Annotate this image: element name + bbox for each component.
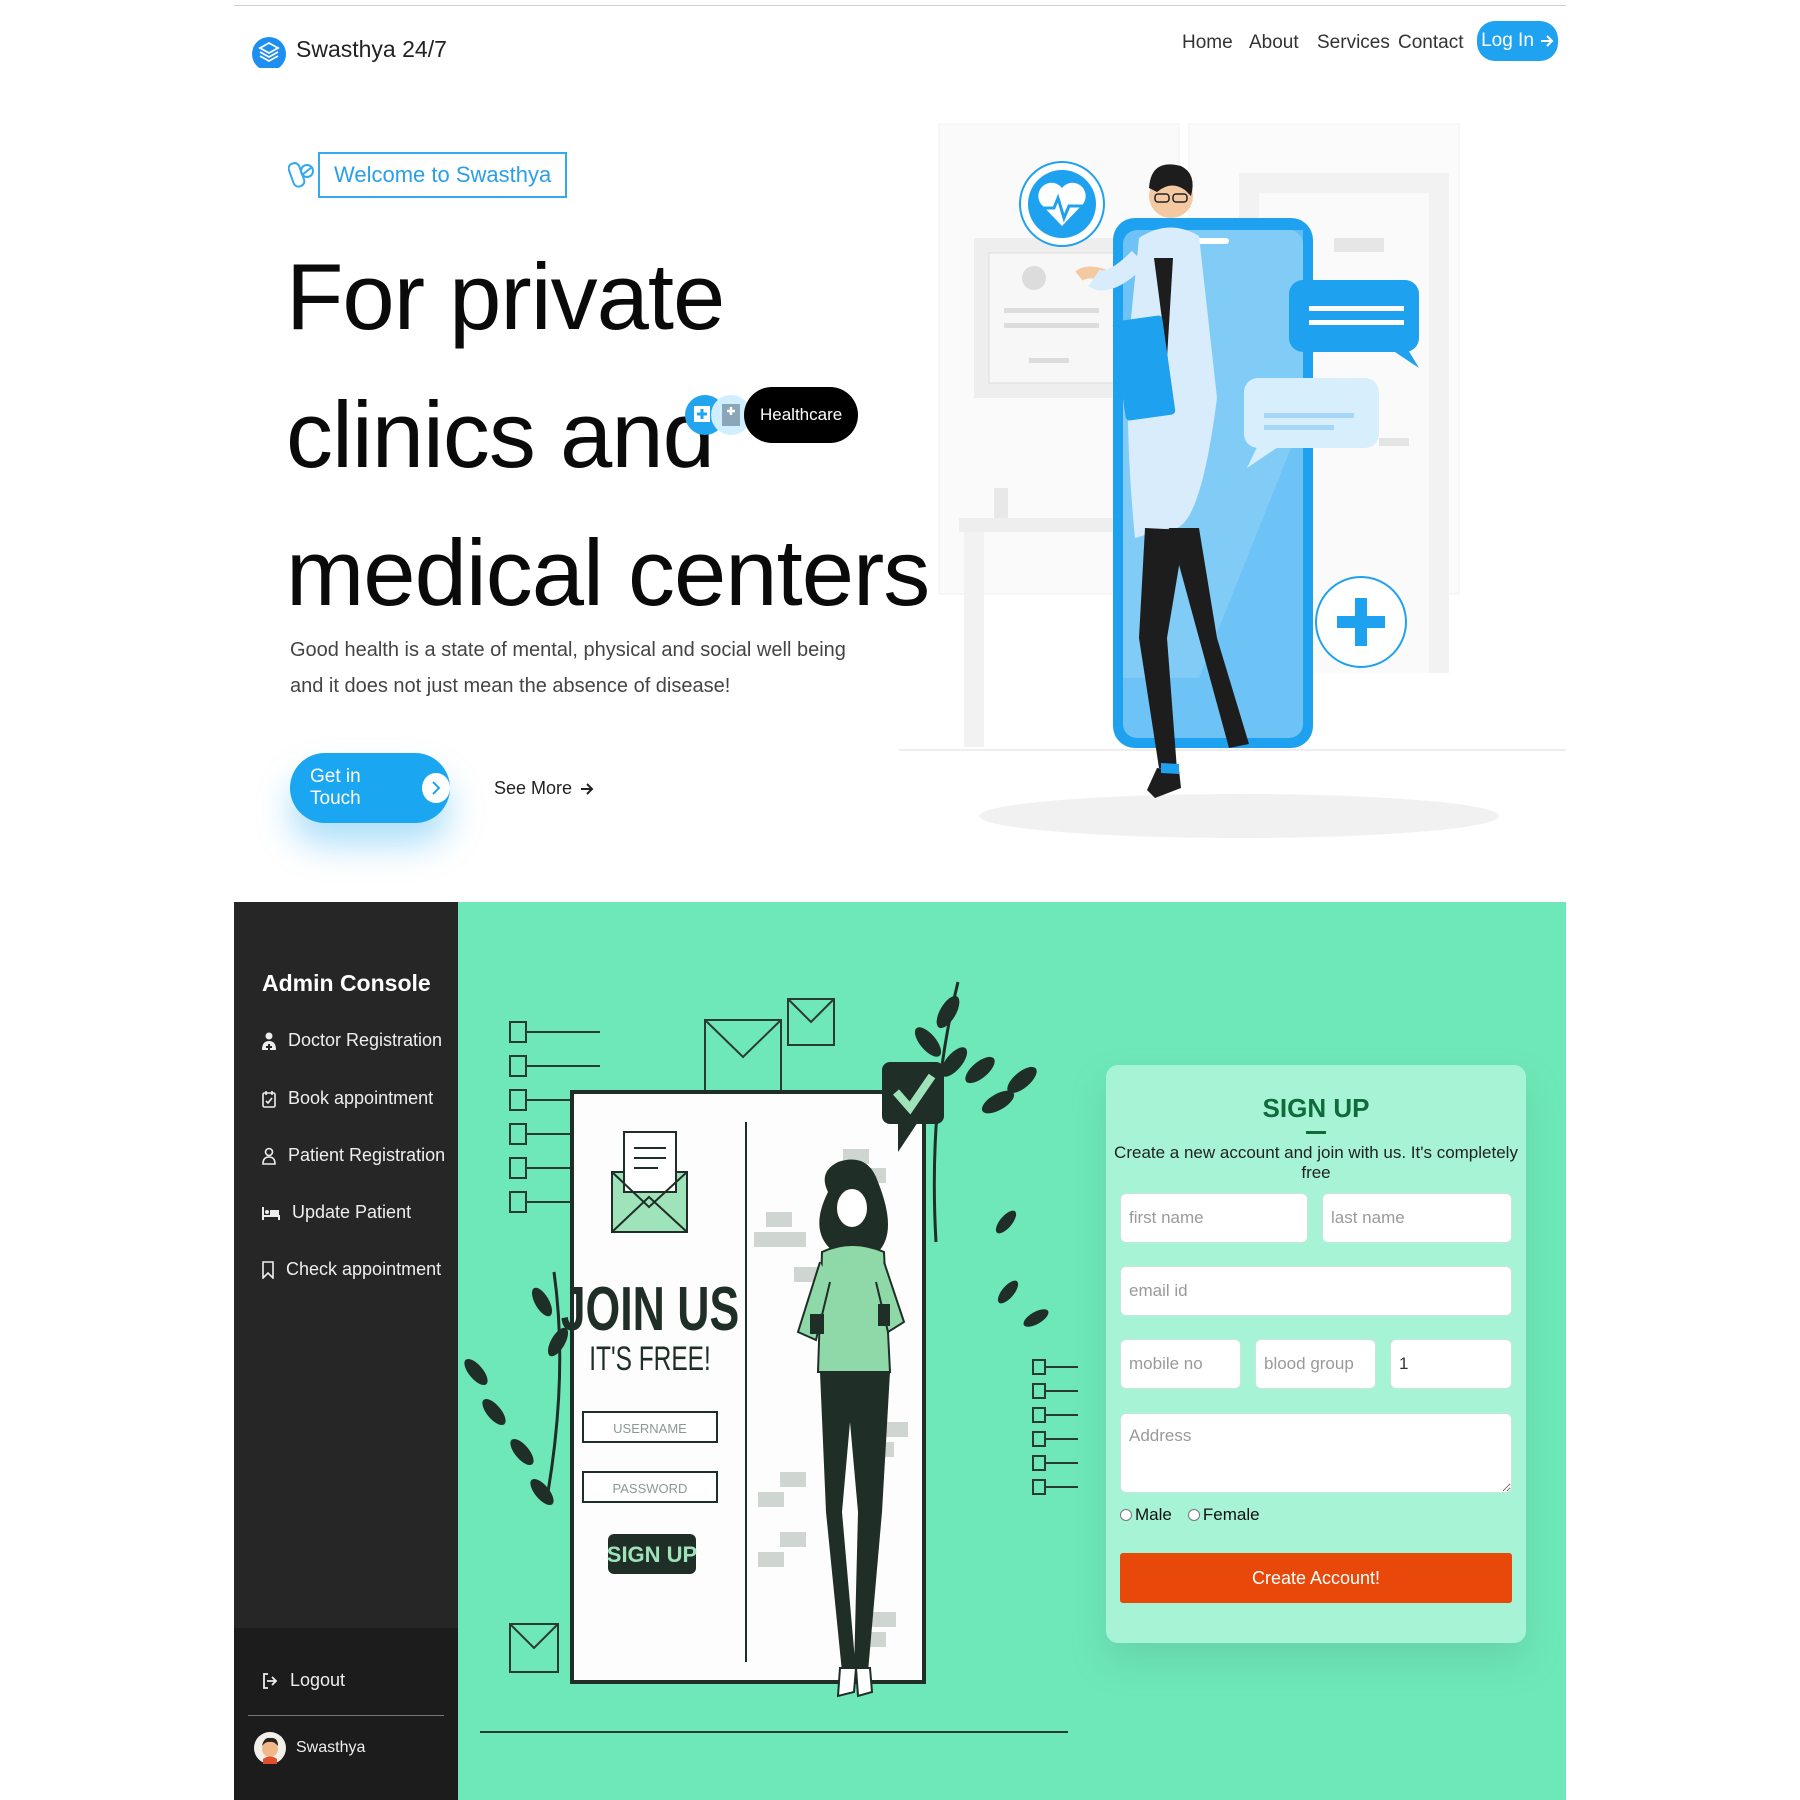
get-in-touch-button[interactable]: Get in Touch xyxy=(290,753,450,823)
sidebar-item-doctor-registration[interactable]: Doctor Registration xyxy=(262,1030,442,1051)
layers-logo-icon[interactable] xyxy=(251,16,287,68)
arrow-right-icon xyxy=(581,782,594,795)
person-icon xyxy=(262,1147,276,1165)
password-label: PASSWORD xyxy=(613,1481,688,1496)
app-frame: Swasthya 24/7 Home About Services Contac… xyxy=(234,0,1566,1800)
user-name: Swasthya xyxy=(296,1739,366,1756)
login-button[interactable]: Log In xyxy=(1477,21,1558,61)
login-label: Log In xyxy=(1481,30,1534,51)
healthcare-label: Healthcare xyxy=(744,387,859,443)
create-account-button[interactable]: Create Account! xyxy=(1120,1553,1512,1603)
join-us-heading: JOIN US xyxy=(561,1275,740,1344)
join-us-illustration: JOIN US IT'S FREE! USERNAME PASSWORD SIG… xyxy=(464,981,1078,1733)
nav-about[interactable]: About xyxy=(1249,32,1299,54)
female-radio[interactable] xyxy=(1187,1509,1200,1521)
sidebar-item-update-patient[interactable]: Update Patient xyxy=(262,1202,411,1223)
nav-services[interactable]: Services xyxy=(1317,32,1390,54)
navbar: Swasthya 24/7 Home About Services Contac… xyxy=(234,6,1566,76)
join-us-subheading: IT'S FREE! xyxy=(589,1340,711,1378)
welcome-text: Welcome to Swasthya xyxy=(318,152,568,198)
logout-icon xyxy=(263,1672,278,1689)
see-more-link[interactable]: See More xyxy=(494,778,594,799)
sidebar-item-label: Check appointment xyxy=(286,1259,442,1279)
sidebar-item-label: Patient Registration xyxy=(288,1145,446,1165)
hero-title-line-3: medical centers xyxy=(286,520,930,625)
logout-button[interactable]: Logout xyxy=(262,1670,345,1691)
nav-contact[interactable]: Contact xyxy=(1398,32,1463,54)
first-name-input[interactable] xyxy=(1120,1193,1308,1243)
hero-title-line-1: For private xyxy=(286,244,725,349)
pills-icon xyxy=(288,162,314,188)
title-underline xyxy=(1306,1131,1326,1134)
hero-description: Good health is a state of mental, physic… xyxy=(290,639,846,697)
doctor-icon xyxy=(262,1032,276,1050)
healthcare-tag: Healthcare xyxy=(684,384,859,446)
signup-form: SIGN UP Create a new account and join wi… xyxy=(1106,1065,1526,1643)
blood-group-input[interactable] xyxy=(1255,1339,1376,1389)
nav-home[interactable]: Home xyxy=(1182,32,1233,54)
admin-section: Admin Console Doctor Registration Book a… xyxy=(234,902,1566,1800)
gender-male-option[interactable]: Male xyxy=(1120,1505,1172,1525)
sidebar-item-book-appointment[interactable]: Book appointment xyxy=(262,1088,433,1109)
chevron-right-icon xyxy=(422,773,450,803)
calendar-check-icon xyxy=(262,1090,276,1108)
sidebar-item-label: Doctor Registration xyxy=(288,1030,443,1050)
avatar xyxy=(254,1732,286,1764)
see-more-label: See More xyxy=(494,778,573,798)
doctor-illustration xyxy=(899,123,1566,838)
get-in-touch-label: Get in Touch xyxy=(310,766,361,809)
male-radio[interactable] xyxy=(1120,1509,1132,1521)
sidebar-item-check-appointment[interactable]: Check appointment xyxy=(262,1259,441,1280)
mobile-input[interactable] xyxy=(1120,1339,1241,1389)
bookmark-icon xyxy=(262,1260,274,1279)
signup-panel: JOIN US IT'S FREE! USERNAME PASSWORD SIG… xyxy=(458,902,1566,1800)
welcome-badge: Welcome to Swasthya xyxy=(288,152,568,198)
male-label: Male xyxy=(1135,1505,1172,1524)
illustration-signup-label: SIGN UP xyxy=(607,1542,697,1567)
female-label: Female xyxy=(1202,1505,1260,1524)
address-input[interactable] xyxy=(1120,1413,1512,1493)
gender-options: Male Female xyxy=(1120,1505,1260,1525)
signup-subtitle: Create a new account and join with us. I… xyxy=(1114,1143,1518,1182)
gender-female-option[interactable]: Female xyxy=(1187,1505,1260,1525)
number-input[interactable] xyxy=(1390,1339,1512,1389)
user-profile[interactable]: Swasthya xyxy=(254,1732,365,1764)
bed-icon xyxy=(262,1206,280,1220)
signup-title: SIGN UP xyxy=(1262,1093,1370,1123)
sidebar: Admin Console Doctor Registration Book a… xyxy=(234,902,458,1800)
brand-name[interactable]: Swasthya 24/7 xyxy=(296,36,447,63)
logout-label: Logout xyxy=(290,1670,346,1690)
sidebar-title: Admin Console xyxy=(262,970,431,996)
email-input[interactable] xyxy=(1120,1266,1512,1316)
last-name-input[interactable] xyxy=(1322,1193,1512,1243)
sidebar-item-label: Update Patient xyxy=(292,1202,412,1222)
sidebar-item-label: Book appointment xyxy=(288,1088,434,1108)
sidebar-footer xyxy=(234,1628,458,1800)
sidebar-item-patient-registration[interactable]: Patient Registration xyxy=(262,1145,445,1166)
sidebar-divider xyxy=(248,1715,444,1716)
username-label: USERNAME xyxy=(613,1421,687,1436)
arrow-right-icon xyxy=(1540,35,1554,47)
